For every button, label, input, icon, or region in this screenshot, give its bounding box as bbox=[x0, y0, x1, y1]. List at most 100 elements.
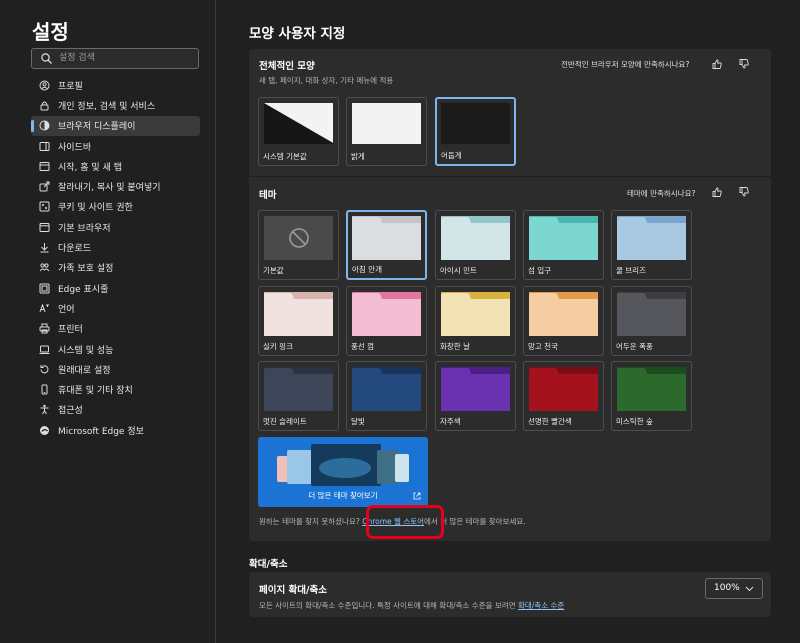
theme-option[interactable]: 미스틱한 숲 bbox=[611, 361, 692, 431]
phone-icon bbox=[41, 384, 48, 395]
theme-option[interactable]: 멋진 슬레이트 bbox=[258, 361, 339, 431]
appearance-option-system[interactable]: 시스템 기본값 bbox=[258, 97, 339, 166]
more-themes-collage bbox=[277, 444, 409, 486]
sidebar-item[interactable]: 가족 보호 설정 bbox=[31, 258, 200, 278]
search-box[interactable] bbox=[31, 48, 199, 69]
sidebar-item[interactable]: 휴대폰 및 기타 장치 bbox=[31, 379, 200, 399]
zoom-title: 페이지 확대/축소 bbox=[259, 585, 327, 596]
theme-option[interactable]: 달빛 bbox=[346, 361, 427, 431]
home-icon bbox=[39, 161, 50, 171]
sidebar-item[interactable]: 프로필 bbox=[31, 75, 200, 95]
thumbs-down-icon[interactable] bbox=[739, 187, 749, 197]
light-preview bbox=[352, 103, 421, 144]
sidebar-item[interactable]: 시스템 및 성능 bbox=[31, 339, 200, 359]
sidebar-item-label: 접근성 bbox=[58, 406, 83, 417]
theme-preview bbox=[529, 292, 598, 336]
appearance-title: 전체적인 모양 bbox=[259, 61, 315, 72]
zoom-value: 100% bbox=[714, 583, 740, 593]
sidebar-item-label: 언어 bbox=[58, 304, 75, 315]
sidebar-item-label: 원래대로 설정 bbox=[58, 365, 111, 376]
theme-option[interactable]: 자주색 bbox=[435, 361, 516, 431]
theme-option[interactable]: 풍선 껌 bbox=[346, 286, 427, 356]
theme-label: 미스틱한 숲 bbox=[616, 417, 653, 426]
sidebar-item-label: 가족 보호 설정 bbox=[58, 264, 114, 275]
sidebar-item-label: 기본 브라우저 bbox=[58, 223, 111, 234]
zoom-section-title: 확대/축소 bbox=[249, 559, 288, 570]
sidebar-item[interactable]: 원래대로 설정 bbox=[31, 359, 200, 379]
zoom-levels-link[interactable]: 확대/축소 수준 bbox=[518, 601, 564, 610]
sidebar-item[interactable]: 사이드바 bbox=[31, 136, 200, 156]
thumbs-up-icon[interactable] bbox=[712, 187, 722, 197]
theme-option[interactable]: 어두운 폭풍 bbox=[611, 286, 692, 356]
sidebar-item-label: Edge 표시줄 bbox=[58, 284, 109, 295]
theme-preview bbox=[352, 367, 421, 411]
sidebar-item[interactable]: 접근성 bbox=[31, 400, 200, 420]
edge-logo-icon bbox=[40, 425, 49, 435]
theme-preview bbox=[264, 216, 333, 260]
theme-option[interactable]: 실키 핑크 bbox=[258, 286, 339, 356]
sidebar-item-label: 휴대폰 및 기타 장치 bbox=[58, 386, 133, 397]
theme-option[interactable]: 아침 안개 bbox=[346, 210, 427, 280]
theme-preview bbox=[529, 216, 598, 260]
theme-label: 기본값 bbox=[263, 266, 284, 275]
family-icon bbox=[39, 263, 50, 272]
accessibility-icon bbox=[40, 405, 49, 415]
cookie-icon bbox=[39, 201, 50, 212]
sidebar-item[interactable]: Microsoft Edge 정보 bbox=[31, 420, 200, 440]
sidebar-item[interactable]: Edge 표시줄 bbox=[31, 278, 200, 298]
theme-preview bbox=[617, 367, 686, 411]
sidebar-item[interactable]: 기본 브라우저 bbox=[31, 217, 200, 237]
theme-preview bbox=[617, 292, 686, 336]
system-swatch bbox=[264, 103, 333, 144]
theme-option[interactable]: 아이시 민트 bbox=[435, 210, 516, 280]
sidebar-item[interactable]: 브라우저 디스플레이 bbox=[31, 115, 200, 136]
sidebar-item[interactable]: 잘라내기, 복사 및 붙여넣기 bbox=[31, 176, 200, 196]
chevron-down-icon bbox=[745, 586, 754, 592]
sidebar-item[interactable]: 언어 bbox=[31, 298, 200, 318]
theme-swatch bbox=[617, 367, 686, 411]
external-link-icon bbox=[413, 492, 421, 500]
appearance-icon bbox=[39, 120, 50, 131]
sidebar-icon bbox=[39, 141, 50, 151]
theme-preview bbox=[441, 216, 510, 260]
sidebar-item-label: 브라우저 디스플레이 bbox=[58, 122, 136, 133]
dark-preview bbox=[441, 103, 510, 144]
zoom-select[interactable]: 100% bbox=[705, 578, 763, 599]
theme-option[interactable]: 기본값 bbox=[258, 210, 339, 280]
sidebar-item[interactable]: 프린터 bbox=[31, 319, 200, 339]
sidebar-nav: 프로필 개인 정보, 검색 및 서비스브라우저 디스플레이사이드바시작, 홈 및 … bbox=[31, 75, 200, 440]
sidebar-item-label: 시스템 및 성능 bbox=[58, 345, 114, 356]
sidebar-item-label: 잘라내기, 복사 및 붙여넣기 bbox=[58, 183, 161, 194]
sidebar-item[interactable]: 시작, 홈 및 새 탭 bbox=[31, 156, 200, 176]
thumbs-up-icon[interactable] bbox=[712, 59, 722, 69]
section-divider bbox=[249, 176, 771, 177]
sidebar-item-label: 사이드바 bbox=[58, 142, 92, 153]
sidebar-item[interactable]: 쿠키 및 사이트 권한 bbox=[31, 197, 200, 217]
theme-option[interactable]: 섬 입구 bbox=[523, 210, 604, 280]
theme-swatch bbox=[441, 216, 510, 260]
appearance-option-dark[interactable]: 어둡게 bbox=[435, 97, 516, 166]
sidebar-item[interactable]: 다운로드 bbox=[31, 237, 200, 257]
language-icon bbox=[39, 303, 49, 313]
theme-swatch bbox=[529, 292, 598, 336]
theme-preview bbox=[617, 216, 686, 260]
appearance-feedback-text: 전반적인 브라우저 모양에 만족하시나요? bbox=[561, 60, 690, 69]
share-icon bbox=[39, 181, 50, 192]
theme-option[interactable]: 쿨 브리즈 bbox=[611, 210, 692, 280]
search-input[interactable] bbox=[59, 51, 189, 65]
theme-option[interactable]: 화창한 날 bbox=[435, 286, 516, 356]
theme-label: 선명한 빨간색 bbox=[528, 417, 572, 426]
appearance-subtitle: 새 탭, 페이지, 대화 상자, 기타 메뉴에 적용 bbox=[259, 76, 394, 85]
no-theme-icon bbox=[289, 228, 309, 248]
theme-swatch bbox=[264, 367, 333, 411]
theme-label: 쿨 브리즈 bbox=[616, 266, 646, 275]
appearance-option-label: 어둡게 bbox=[441, 151, 462, 160]
appearance-option-light[interactable]: 밝게 bbox=[346, 97, 427, 166]
theme-option[interactable]: 망고 천국 bbox=[523, 286, 604, 356]
thumbs-down-icon[interactable] bbox=[739, 59, 749, 69]
themes-title: 테마 bbox=[259, 190, 277, 201]
theme-option[interactable]: 선명한 빨간색 bbox=[523, 361, 604, 431]
sidebar-item[interactable]: 개인 정보, 검색 및 서비스 bbox=[31, 95, 200, 115]
more-themes-tile[interactable]: 더 많은 테마 찾아보기 bbox=[258, 437, 428, 507]
browser-icon bbox=[39, 222, 50, 232]
